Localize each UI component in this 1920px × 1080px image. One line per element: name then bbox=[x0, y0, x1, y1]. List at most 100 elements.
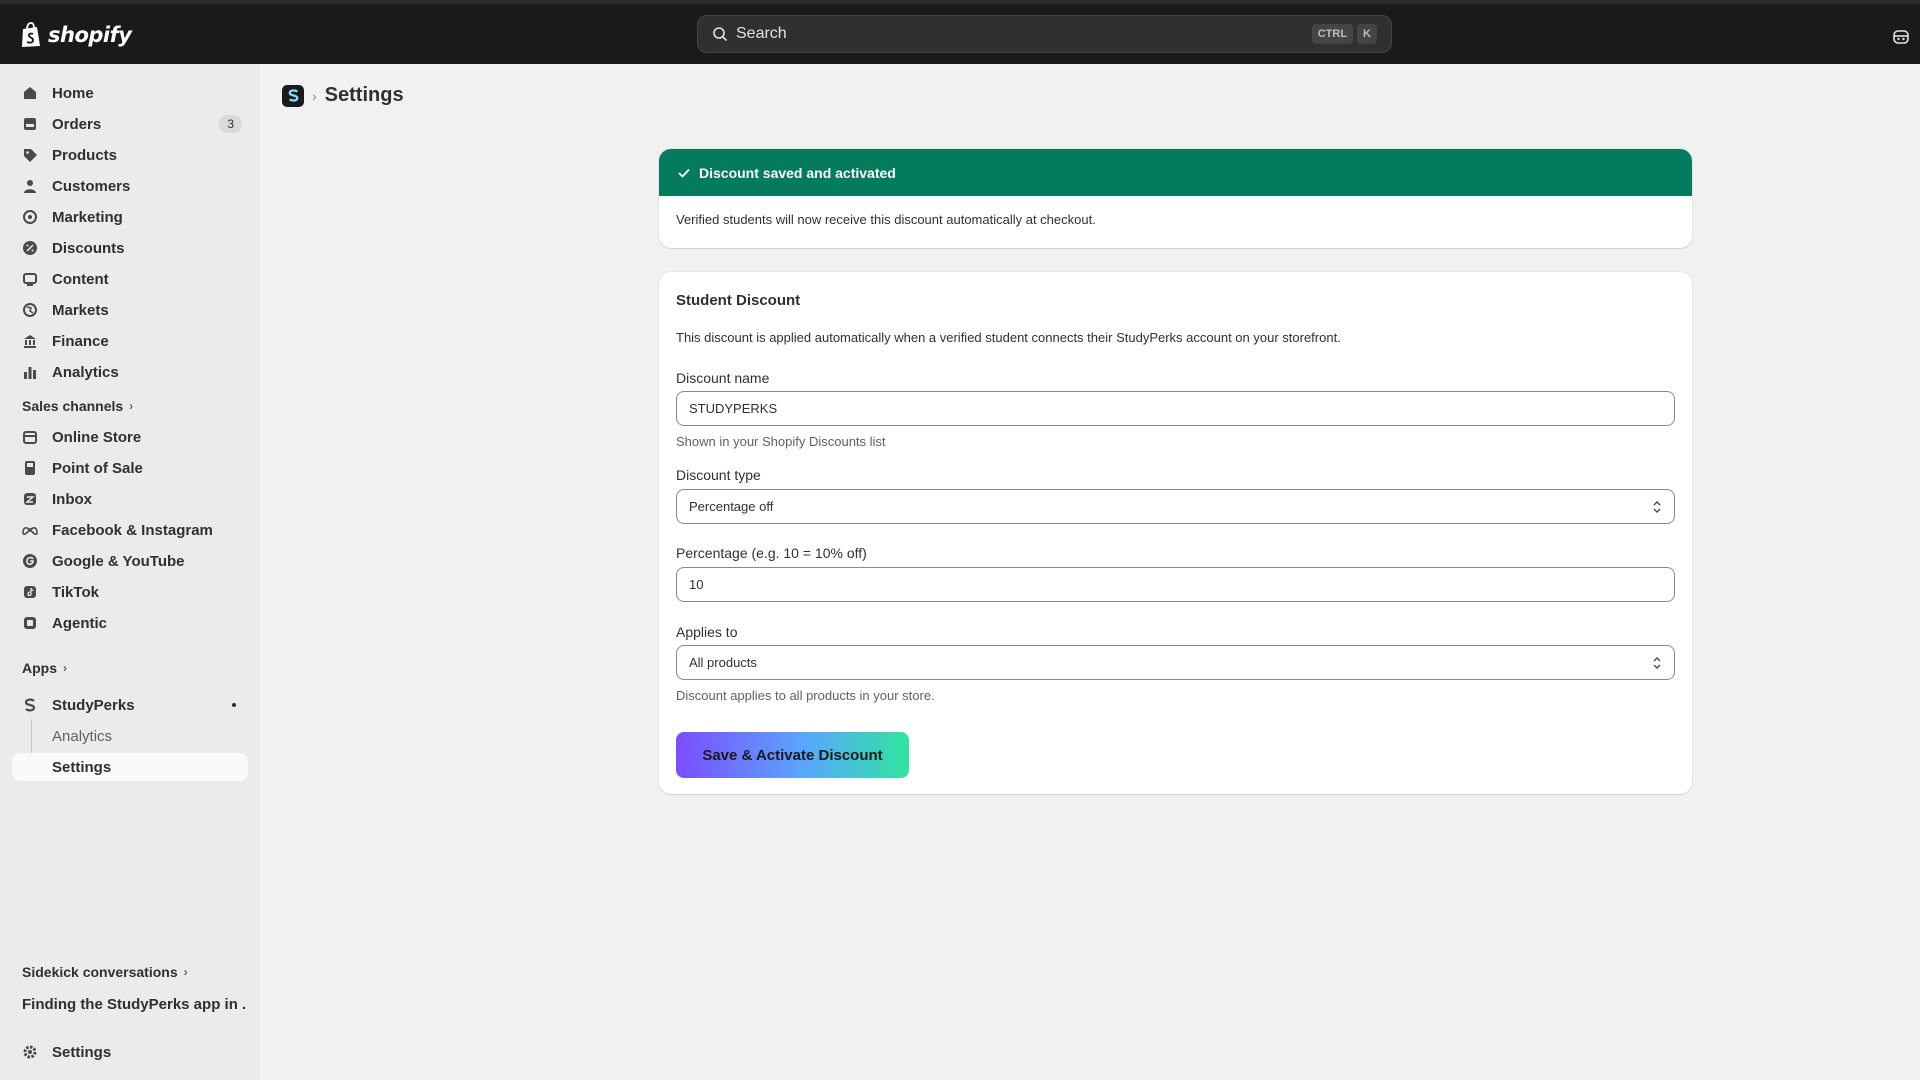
person-icon bbox=[22, 178, 38, 194]
search-shortcut: CTRL K bbox=[1311, 24, 1377, 44]
banner-message: Verified students will now receive this … bbox=[676, 212, 1096, 227]
sidebar-item-label: Home bbox=[52, 84, 94, 102]
sidebar-item-orders[interactable]: Orders 3 bbox=[12, 110, 248, 138]
sidebar-item-point-of-sale[interactable]: Point of Sale bbox=[12, 454, 248, 482]
sidebar-item-label: Online Store bbox=[52, 428, 142, 446]
tiktok-icon bbox=[22, 584, 38, 600]
sidebar-item-discounts[interactable]: Discounts bbox=[12, 234, 248, 262]
sidebar-item-label: Inbox bbox=[52, 490, 92, 508]
applies-to-label: Applies to bbox=[676, 624, 738, 640]
store-icon bbox=[22, 429, 38, 445]
main-content: › Settings Discount saved and activated … bbox=[260, 64, 1920, 1080]
sidebar-subitem-label: Analytics bbox=[52, 727, 113, 745]
chevron-right-icon: › bbox=[129, 399, 134, 413]
sidebar-item-tiktok[interactable]: TikTok bbox=[12, 578, 248, 606]
percentage-value: 10 bbox=[689, 577, 704, 592]
discount-name-help: Shown in your Shopify Discounts list bbox=[676, 434, 886, 449]
sidebar-item-online-store[interactable]: Online Store bbox=[12, 423, 248, 451]
sidebar-item-marketing[interactable]: Marketing bbox=[12, 203, 248, 231]
gear-icon bbox=[22, 1044, 38, 1060]
sales-channels-label: Sales channels bbox=[22, 398, 124, 414]
sidebar-item-label: Products bbox=[52, 146, 118, 164]
success-banner: Discount saved and activated Verified st… bbox=[659, 149, 1692, 248]
sidebar-subitem-settings[interactable]: Settings bbox=[12, 753, 248, 781]
sidebar-item-inbox[interactable]: Inbox bbox=[12, 485, 248, 513]
breadcrumb-separator-icon: › bbox=[312, 87, 317, 104]
applies-to-value: All products bbox=[689, 655, 757, 670]
sidebar-item-label: Discounts bbox=[52, 239, 125, 257]
home-icon bbox=[22, 85, 38, 101]
sidebar-item-label: Content bbox=[52, 270, 109, 288]
card-title: Student Discount bbox=[676, 292, 801, 309]
percentage-field[interactable]: 10 bbox=[676, 567, 1675, 602]
sidebar-item-products[interactable]: Products bbox=[12, 141, 248, 169]
sidebar-subitem-analytics[interactable]: Analytics bbox=[12, 722, 248, 750]
orders-count-badge: 3 bbox=[219, 115, 242, 133]
select-arrows-icon bbox=[1652, 655, 1662, 671]
sidebar-item-label: Agentic bbox=[52, 614, 108, 632]
brand-name: shopify bbox=[48, 23, 132, 47]
discount-name-value: STUDYPERKS bbox=[689, 401, 778, 416]
sidebar-subitem-label: Settings bbox=[52, 758, 112, 776]
page-title: Settings bbox=[324, 84, 404, 106]
sidebar-item-label: TikTok bbox=[52, 583, 99, 601]
google-icon bbox=[22, 553, 38, 569]
bank-icon bbox=[22, 333, 38, 349]
sidebar-item-agentic[interactable]: Agentic bbox=[12, 609, 248, 637]
sidebar-item-label: Marketing bbox=[52, 208, 123, 226]
sidebar-item-customers[interactable]: Customers bbox=[12, 172, 248, 200]
agentic-icon bbox=[22, 615, 38, 631]
sidebar-item-label: Finance bbox=[52, 332, 109, 350]
orders-icon bbox=[22, 116, 38, 132]
sidebar-item-studyperks[interactable]: StudyPerks bbox=[12, 691, 248, 719]
apps-label: Apps bbox=[22, 660, 57, 676]
percentage-label: Percentage (e.g. 10 = 10% off) bbox=[676, 545, 867, 561]
search-placeholder: Search bbox=[736, 25, 787, 42]
studyperks-app-icon bbox=[22, 697, 38, 713]
sidebar-item-markets[interactable]: Markets bbox=[12, 296, 248, 324]
sidebar-item-label: Settings bbox=[52, 1043, 112, 1061]
app-pin-dot bbox=[232, 703, 236, 707]
sidebar-item-label: Markets bbox=[52, 301, 109, 319]
sidebar-item-facebook-instagram[interactable]: Facebook & Instagram bbox=[12, 516, 248, 544]
studyperks-app-icon[interactable] bbox=[282, 84, 304, 107]
shortcut-key: CTRL bbox=[1311, 24, 1354, 44]
content-icon bbox=[22, 271, 38, 287]
banner-title: Discount saved and activated bbox=[699, 164, 896, 181]
pos-icon bbox=[22, 460, 38, 476]
banner-header: Discount saved and activated bbox=[659, 149, 1692, 196]
breadcrumb: › Settings bbox=[282, 84, 404, 107]
sidebar: Home Orders 3 Products Customers Marketi… bbox=[0, 64, 260, 1080]
sidebar-item-google-youtube[interactable]: Google & YouTube bbox=[12, 547, 248, 575]
sidebar-item-finance[interactable]: Finance bbox=[12, 327, 248, 355]
sidebar-item-settings[interactable]: Settings bbox=[12, 1038, 248, 1066]
applies-to-help: Discount applies to all products in your… bbox=[676, 688, 935, 703]
applies-to-select[interactable]: All products bbox=[676, 645, 1675, 680]
globe-icon bbox=[22, 302, 38, 318]
target-icon bbox=[22, 209, 38, 225]
discount-type-value: Percentage off bbox=[689, 499, 774, 514]
sales-channels-heading[interactable]: Sales channels › bbox=[22, 398, 133, 414]
sidebar-item-label: StudyPerks bbox=[52, 696, 135, 714]
discount-name-field[interactable]: STUDYPERKS bbox=[676, 391, 1675, 426]
chevron-right-icon: › bbox=[183, 965, 188, 979]
sidekick-heading[interactable]: Sidekick conversations › bbox=[22, 964, 188, 980]
store-account-icon[interactable] bbox=[1892, 28, 1910, 46]
sidebar-item-analytics[interactable]: Analytics bbox=[12, 358, 248, 386]
sidekick-conversation-item[interactable]: Finding the StudyPerks app in ... bbox=[22, 996, 247, 1013]
sidebar-item-label: Facebook & Instagram bbox=[52, 521, 213, 539]
save-activate-discount-button[interactable]: Save & Activate Discount bbox=[676, 732, 909, 778]
sidebar-item-label: Analytics bbox=[52, 363, 119, 381]
apps-heading[interactable]: Apps › bbox=[22, 660, 67, 676]
sidebar-item-content[interactable]: Content bbox=[12, 265, 248, 293]
discount-type-select[interactable]: Percentage off bbox=[676, 489, 1675, 524]
search-bar[interactable]: Search CTRL K bbox=[697, 15, 1392, 53]
discount-icon bbox=[22, 240, 38, 256]
sidebar-item-home[interactable]: Home bbox=[12, 79, 248, 107]
shopify-logo[interactable]: shopify bbox=[20, 22, 132, 48]
top-bar: shopify Search CTRL K bbox=[0, 0, 1920, 64]
discount-name-label: Discount name bbox=[676, 370, 770, 386]
student-discount-card: Student Discount This discount is applie… bbox=[659, 272, 1692, 794]
discount-type-label: Discount type bbox=[676, 467, 761, 483]
sidekick-label: Sidekick conversations bbox=[22, 964, 178, 980]
